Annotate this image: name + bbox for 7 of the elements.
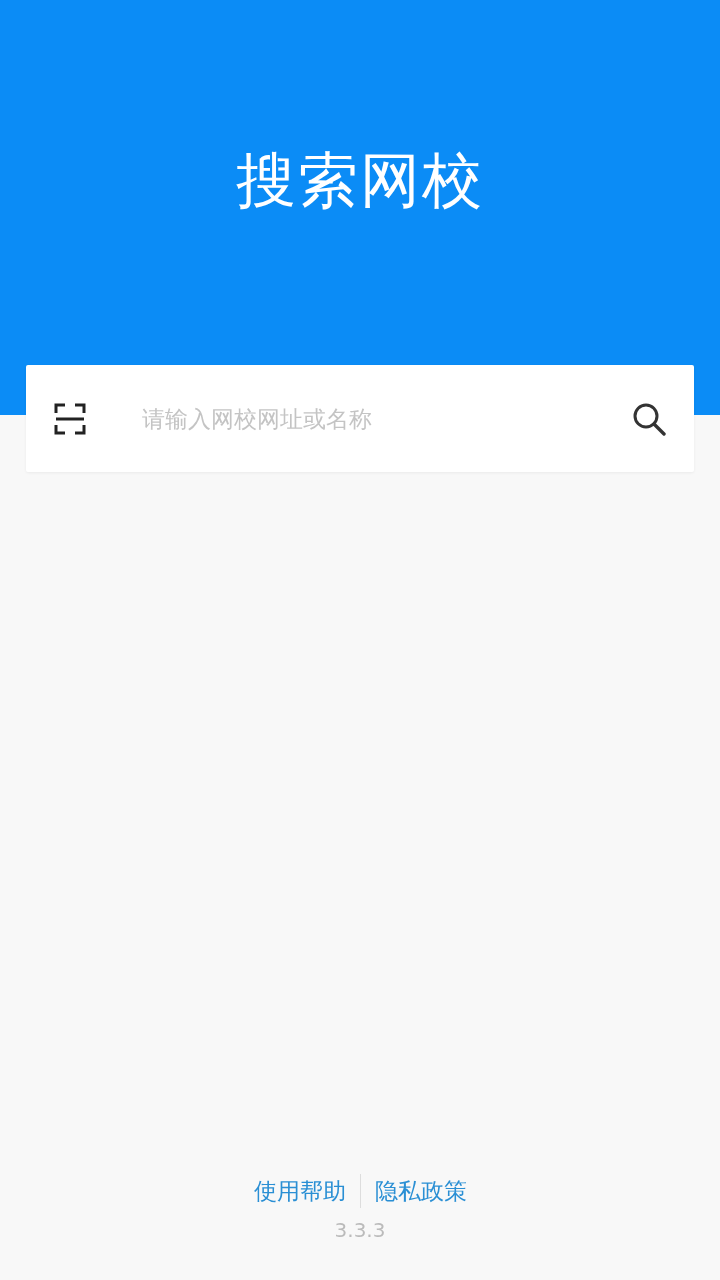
search-field[interactable]: 请输入网校网址或名称 [140,404,632,433]
page-title: 搜索网校 [236,144,484,217]
footer-link[interactable]: 隐私政策 [360,1175,481,1207]
version-number: 3.3.3 [334,1218,386,1242]
footer-link[interactable]: 使用帮助 [239,1175,360,1207]
search-icon[interactable] [632,401,666,436]
scan-icon[interactable] [54,402,86,435]
